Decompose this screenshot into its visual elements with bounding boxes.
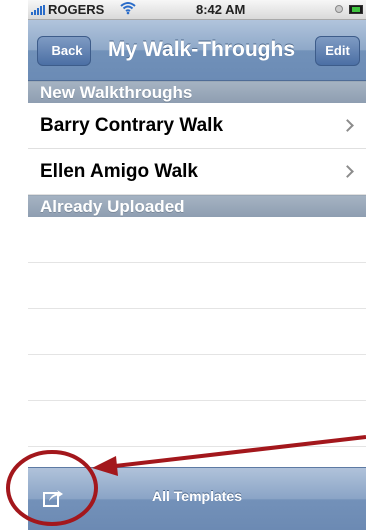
empty-row xyxy=(28,355,366,401)
section-header-already-uploaded: Already Uploaded xyxy=(28,195,366,217)
page-title: My Walk-Throughs xyxy=(107,38,296,61)
empty-row xyxy=(28,401,366,447)
chevron-right-icon xyxy=(341,119,354,132)
bottom-toolbar: All Templates xyxy=(28,467,366,530)
edit-button[interactable]: Edit xyxy=(315,36,360,66)
status-time: 8:42 AM xyxy=(196,2,246,17)
battery-icon xyxy=(349,5,363,14)
list-item-barry-contrary-walk[interactable]: Barry Contrary Walk xyxy=(28,103,366,149)
navigation-bar: Back My Walk-Throughs Edit xyxy=(28,20,366,81)
back-button[interactable]: Back xyxy=(37,36,91,66)
empty-row xyxy=(28,309,366,355)
list-item-label: Ellen Amigo Walk xyxy=(40,161,199,182)
list-item-label: Barry Contrary Walk xyxy=(40,115,224,136)
status-bar: ROGERS 8:42 AM xyxy=(28,0,366,20)
carrier-name: ROGERS xyxy=(48,2,105,17)
chevron-right-icon xyxy=(341,165,354,178)
list-item-ellen-amigo-walk[interactable]: Ellen Amigo Walk xyxy=(28,149,366,195)
screen: ROGERS 8:42 AM Back My Walk-Throughs Edi… xyxy=(0,0,366,530)
back-button-label: Back xyxy=(51,43,83,58)
signal-strength-icon xyxy=(31,5,45,15)
section-header-new-walkthroughs: New Walkthroughs xyxy=(28,81,366,103)
orientation-lock-icon xyxy=(335,5,343,13)
empty-row xyxy=(28,263,366,309)
wifi-icon xyxy=(120,1,136,18)
empty-row xyxy=(28,217,366,263)
toolbar-title: All Templates xyxy=(152,488,242,504)
